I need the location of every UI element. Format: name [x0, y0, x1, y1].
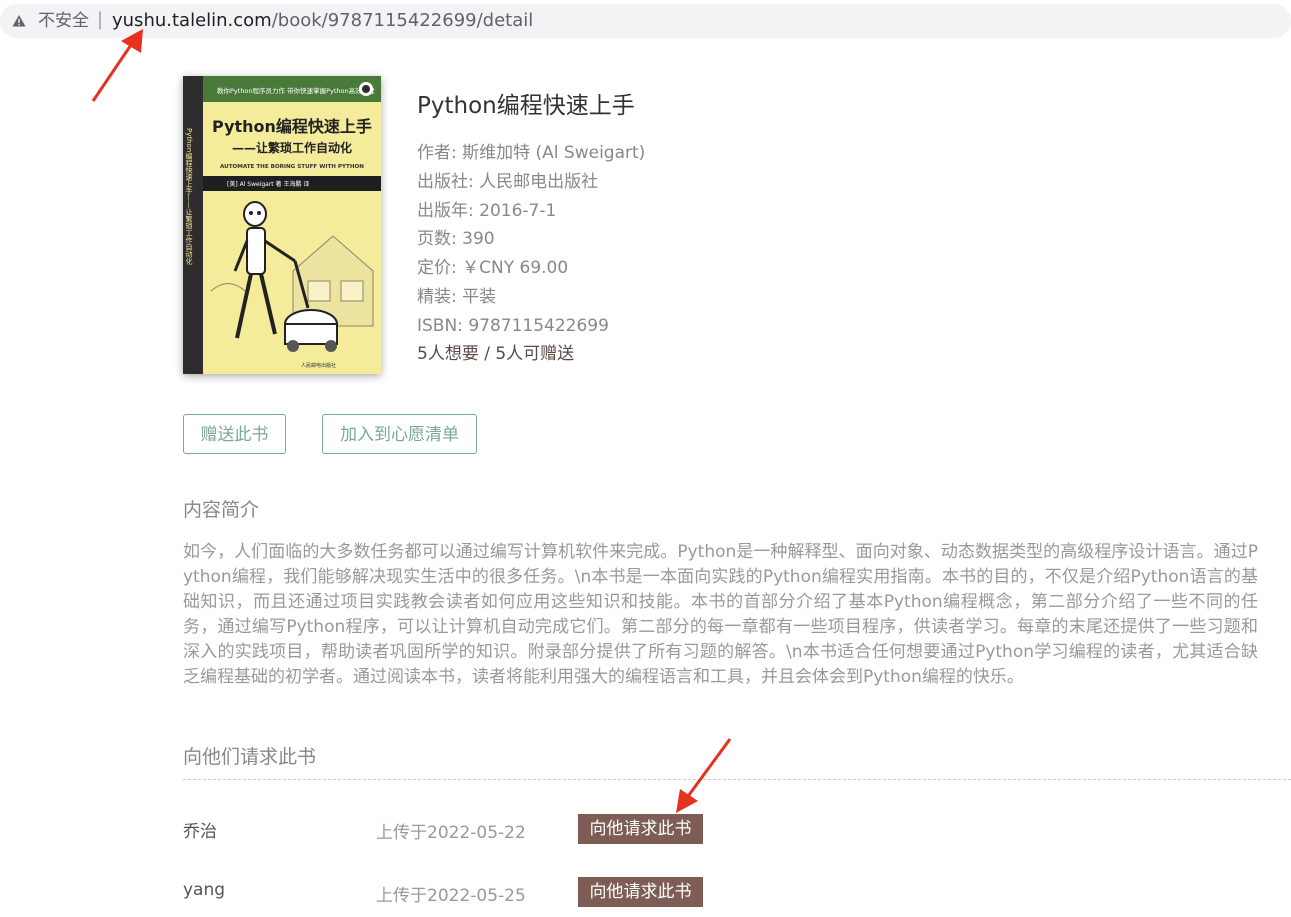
- cover-spine-text: Python编程快速上手——让繁琐工作自动化: [185, 128, 193, 265]
- section-divider: [183, 779, 1291, 780]
- url-text[interactable]: yushu.talelin.com/book/9787115422699/det…: [112, 10, 533, 32]
- wish-gift-count: 5人想要 / 5人可赠送: [417, 344, 575, 364]
- requests-heading: 向他们请求此书: [183, 746, 317, 768]
- cover-publisher-mark: 人民邮电出版社: [301, 362, 336, 369]
- cover-english-title: AUTOMATE THE BORING STUFF WITH PYTHON: [220, 164, 364, 170]
- security-status-label[interactable]: 不安全: [38, 11, 89, 31]
- url-separator: |: [97, 9, 104, 30]
- add-to-wishlist-button[interactable]: 加入到心愿清单: [322, 414, 477, 454]
- upload-date: 上传于2022-05-22: [376, 823, 526, 843]
- book-isbn: ISBN: 9787115422699: [417, 316, 609, 336]
- request-book-button[interactable]: 向他请求此书: [578, 877, 703, 907]
- requester-name: 乔治: [183, 822, 217, 842]
- book-price: 定价: ￥CNY 69.00: [417, 258, 569, 278]
- book-detail-page: 教你Python程序员力作 带你快速掌握Python高效编程 Python编程快…: [0, 42, 1291, 917]
- summary-heading: 内容简介: [183, 499, 260, 521]
- book-pubdate: 出版年: 2016-7-1: [417, 201, 557, 221]
- cover-author-line: [美] Al Sweigart 著 王海鹏 译: [227, 180, 309, 188]
- book-publisher: 出版社: 人民邮电出版社: [417, 172, 599, 192]
- book-title: Python编程快速上手: [417, 93, 635, 119]
- request-book-button[interactable]: 向他请求此书: [578, 814, 703, 844]
- cover-title-text: Python编程快速上手: [212, 117, 372, 136]
- summary-text: 如今，人们面临的大多数任务都可以通过编写计算机软件来完成。Python是一种解释…: [183, 542, 1258, 687]
- browser-address-bar: 不安全 | yushu.talelin.com/book/97871154226…: [0, 0, 1291, 42]
- url-host: yushu.talelin.com: [112, 10, 272, 31]
- cover-subtitle-text: ——让繁琐工作自动化: [232, 140, 352, 155]
- warning-icon[interactable]: [12, 14, 26, 28]
- book-author: 作者: 斯维加特 (Al Sweigart): [417, 143, 646, 163]
- upload-date: 上传于2022-05-25: [376, 886, 526, 906]
- book-binding: 精装: 平装: [417, 287, 497, 307]
- cover-banner-text: 教你Python程序员力作 带你快速掌握Python高效编程: [217, 86, 375, 95]
- book-pages: 页数: 390: [417, 229, 495, 249]
- url-path: /book/9787115422699/detail: [271, 10, 534, 31]
- gift-book-button[interactable]: 赠送此书: [183, 414, 286, 454]
- requester-name: yang: [183, 880, 226, 900]
- book-cover-image: 教你Python程序员力作 带你快速掌握Python高效编程 Python编程快…: [183, 76, 381, 374]
